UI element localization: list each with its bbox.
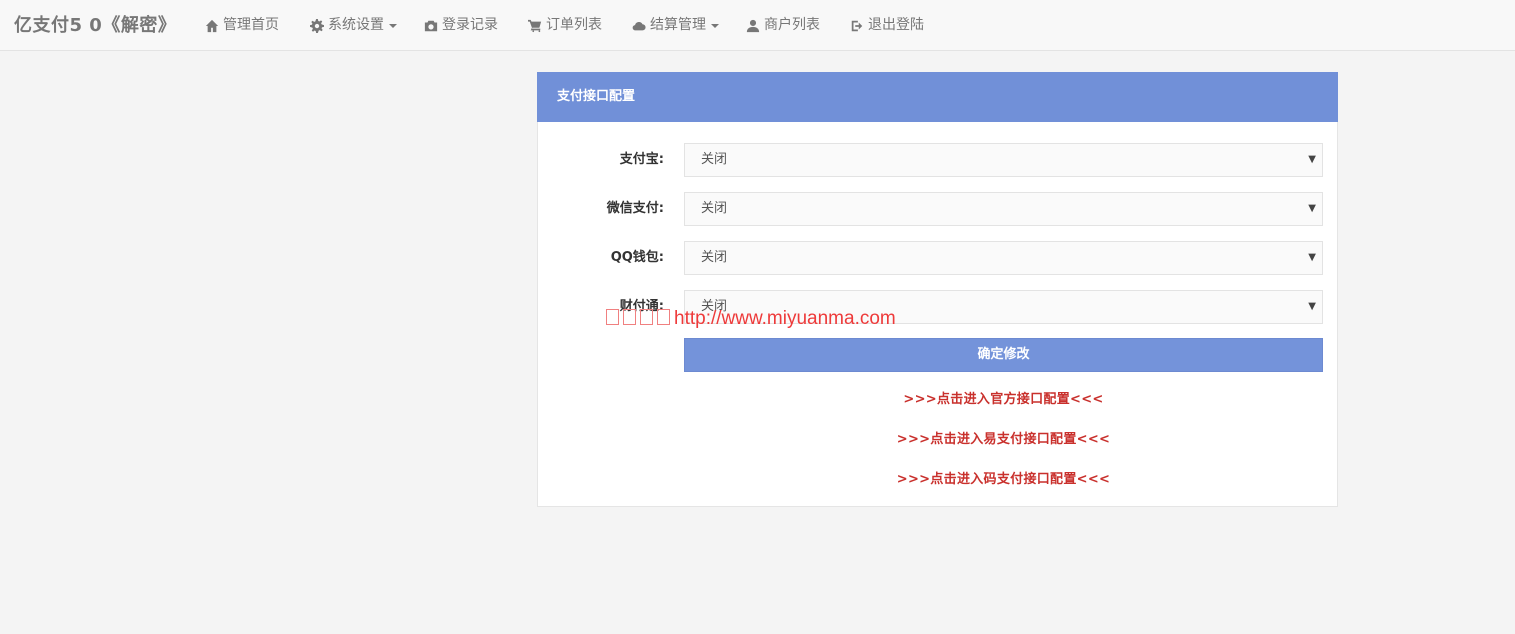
submit-button[interactable]: 确定修改 [684, 338, 1323, 372]
qqwallet-label: QQ钱包: [610, 250, 664, 265]
alipay-label: 支付宝: [619, 152, 664, 167]
alipay-select-value: 关闭 [701, 152, 728, 167]
caret-down-icon [711, 23, 719, 28]
watermark-glyph [657, 309, 670, 325]
codepay-config-link[interactable]: >>>点击进入码支付接口配置<<< [684, 468, 1323, 487]
home-icon [205, 19, 219, 32]
logout-icon [851, 20, 863, 31]
nav-settings-label: 系统设置 [328, 17, 384, 33]
cloud-icon [632, 21, 646, 30]
top-navbar: 亿支付5 0《解密》 管理首页 系统设置 登录记录 订单列表 结算管理 商户列表… [0, 0, 1515, 51]
wechat-label: 微信支付: [606, 201, 664, 216]
nav-merchants[interactable]: 商户列表 [746, 0, 820, 51]
nav-logout-label: 退出登陆 [868, 17, 924, 33]
panel-title: 支付接口配置 [537, 72, 1338, 122]
watermark-glyph [640, 309, 653, 325]
dropdown-arrow-icon: ▼ [1308, 252, 1316, 263]
nav-settlement[interactable]: 结算管理 [632, 0, 719, 51]
user-icon [746, 19, 760, 32]
brand-title[interactable]: 亿支付5 0《解密》 [14, 0, 176, 51]
nav-logout[interactable]: 退出登陆 [850, 0, 924, 51]
wechat-select[interactable]: 关闭 ▼ [684, 192, 1323, 226]
nav-settings[interactable]: 系统设置 [310, 0, 397, 51]
nav-orders-label: 订单列表 [546, 17, 602, 33]
watermark: http://www.miyuanma.com [606, 308, 896, 330]
wechat-select-value: 关闭 [701, 201, 728, 216]
dropdown-arrow-icon: ▼ [1308, 154, 1316, 165]
qqwallet-select[interactable]: 关闭 ▼ [684, 241, 1323, 275]
watermark-glyph [606, 309, 619, 325]
cart-icon [528, 19, 542, 32]
qqwallet-select-value: 关闭 [701, 250, 728, 265]
watermark-text: http://www.miyuanma.com [674, 308, 896, 329]
watermark-glyph [623, 309, 636, 325]
nav-home-label: 管理首页 [223, 17, 279, 33]
epay-config-link[interactable]: >>>点击进入易支付接口配置<<< [684, 428, 1323, 447]
dropdown-arrow-icon: ▼ [1308, 301, 1316, 312]
gear-icon [310, 18, 324, 33]
payment-config-panel: 支付接口配置 支付宝: 关闭 ▼ 微信支付: 关闭 ▼ QQ钱包: 关闭 ▼ 财… [537, 72, 1338, 507]
nav-login-log[interactable]: 登录记录 [424, 0, 498, 51]
nav-settlement-label: 结算管理 [650, 17, 706, 33]
alipay-select[interactable]: 关闭 ▼ [684, 143, 1323, 177]
camera-icon [424, 20, 438, 31]
nav-merchants-label: 商户列表 [764, 17, 820, 33]
official-config-link[interactable]: >>>点击进入官方接口配置<<< [684, 388, 1323, 407]
nav-orders[interactable]: 订单列表 [528, 0, 602, 51]
dropdown-arrow-icon: ▼ [1308, 203, 1316, 214]
nav-home[interactable]: 管理首页 [205, 0, 279, 51]
caret-down-icon [389, 23, 397, 28]
nav-login-log-label: 登录记录 [442, 17, 498, 33]
